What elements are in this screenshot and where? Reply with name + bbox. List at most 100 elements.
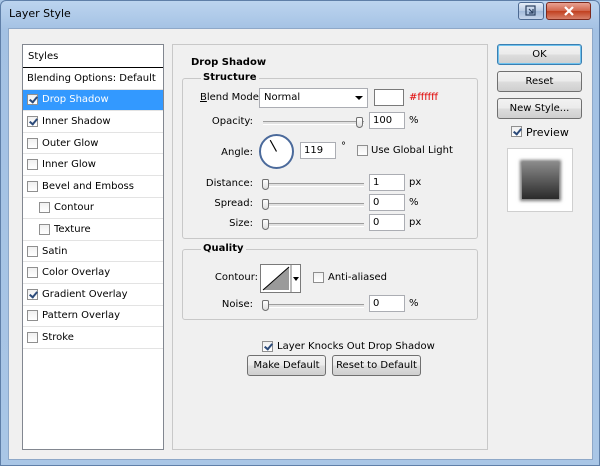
style-item-label: Pattern Overlay bbox=[42, 310, 121, 322]
spread-slider[interactable] bbox=[262, 199, 364, 210]
style-item-label: Satin bbox=[42, 245, 68, 257]
style-item-label: Inner Glow bbox=[42, 159, 96, 171]
layer-knocks-out-checkbox[interactable] bbox=[262, 341, 273, 352]
use-global-light-label: Use Global Light bbox=[371, 145, 453, 156]
angle-dial[interactable] bbox=[259, 134, 294, 169]
help-button[interactable] bbox=[518, 2, 544, 20]
make-default-button[interactable]: Make Default bbox=[247, 355, 326, 376]
spread-input[interactable]: 0 bbox=[369, 194, 405, 211]
noise-input[interactable]: 0 bbox=[369, 295, 405, 312]
style-item[interactable]: Pattern Overlay bbox=[23, 306, 163, 328]
noise-label: Noise: bbox=[221, 299, 253, 310]
layer-knocks-out-label: Layer Knocks Out Drop Shadow bbox=[277, 341, 435, 352]
reset-button[interactable]: Reset bbox=[497, 71, 582, 92]
layer-style-window: Layer Style Styles Blending Options: Def… bbox=[0, 0, 600, 466]
window-title: Layer Style bbox=[9, 7, 71, 20]
panel-title: Drop Shadow bbox=[191, 57, 267, 68]
preview-checkbox[interactable] bbox=[511, 126, 522, 137]
close-button[interactable] bbox=[546, 2, 591, 20]
noise-slider[interactable] bbox=[262, 300, 364, 311]
style-item-label: Gradient Overlay bbox=[42, 288, 128, 300]
distance-label: Distance: bbox=[205, 178, 253, 189]
distance-slider-thumb[interactable] bbox=[262, 179, 269, 190]
style-item[interactable]: Inner Glow bbox=[23, 154, 163, 176]
style-item[interactable]: Gradient Overlay bbox=[23, 284, 163, 306]
angle-label: Angle: bbox=[221, 147, 253, 158]
style-item[interactable]: Texture bbox=[23, 219, 163, 241]
style-item-checkbox[interactable] bbox=[39, 202, 50, 214]
blend-mode-label-rest: lend Mode: bbox=[206, 92, 263, 103]
angle-input[interactable]: 119 bbox=[300, 142, 336, 159]
style-item-label: Contour bbox=[54, 202, 94, 214]
spread-label: Spread: bbox=[214, 198, 253, 209]
style-item[interactable]: Color Overlay bbox=[23, 262, 163, 284]
style-item-label: Inner Shadow bbox=[42, 115, 111, 127]
style-item[interactable]: Blending Options: Default bbox=[23, 68, 163, 90]
size-input[interactable]: 0 bbox=[369, 214, 405, 231]
title-bar[interactable]: Layer Style bbox=[1, 1, 599, 28]
blend-mode-label: Blend Mode: bbox=[200, 92, 263, 103]
reset-to-default-button[interactable]: Reset to Default bbox=[332, 355, 421, 376]
new-style-button[interactable]: New Style... bbox=[497, 98, 582, 119]
opacity-input[interactable]: 100 bbox=[369, 112, 405, 129]
styles-items: Blending Options: Default Drop Shadow Inne… bbox=[23, 68, 163, 349]
contour-picker[interactable] bbox=[260, 264, 301, 293]
size-slider[interactable] bbox=[262, 219, 364, 230]
distance-input[interactable]: 1 bbox=[369, 174, 405, 191]
style-preview bbox=[507, 148, 573, 212]
angle-needle-icon bbox=[269, 139, 278, 152]
style-item[interactable]: Inner Shadow bbox=[23, 111, 163, 133]
style-item-checkbox[interactable] bbox=[27, 115, 38, 127]
use-global-light-checkbox[interactable] bbox=[357, 145, 368, 156]
style-item-checkbox[interactable] bbox=[27, 159, 38, 171]
blend-mode-select[interactable]: Normal bbox=[259, 88, 368, 108]
quality-group: Quality Contour: Anti-aliased Noise: 0 % bbox=[182, 243, 478, 320]
style-item[interactable]: Stroke bbox=[23, 327, 163, 349]
opacity-slider[interactable] bbox=[263, 117, 364, 128]
noise-slider-thumb[interactable] bbox=[262, 300, 269, 311]
ok-button[interactable]: OK bbox=[497, 44, 582, 65]
style-item-label: Bevel and Emboss bbox=[42, 180, 134, 192]
noise-unit: % bbox=[409, 298, 419, 309]
opacity-label: Opacity: bbox=[211, 116, 253, 127]
style-item-label: Texture bbox=[54, 223, 91, 235]
style-item-checkbox[interactable] bbox=[27, 180, 38, 192]
style-item-checkbox[interactable] bbox=[27, 245, 38, 257]
style-item-label: Drop Shadow bbox=[42, 94, 109, 106]
close-icon bbox=[563, 6, 574, 16]
size-slider-thumb[interactable] bbox=[262, 219, 269, 230]
dialog-client: Styles Blending Options: Default Drop Sha… bbox=[8, 28, 593, 460]
style-item[interactable]: Satin bbox=[23, 241, 163, 263]
style-item[interactable]: Outer Glow bbox=[23, 133, 163, 155]
style-item-checkbox[interactable] bbox=[27, 331, 38, 343]
distance-unit: px bbox=[409, 177, 422, 188]
style-item[interactable]: Contour bbox=[23, 198, 163, 220]
style-item-checkbox[interactable] bbox=[27, 288, 38, 300]
help-icon bbox=[525, 5, 536, 16]
style-item-label: Color Overlay bbox=[42, 267, 111, 279]
distance-slider[interactable] bbox=[262, 179, 364, 190]
style-item-checkbox[interactable] bbox=[27, 94, 38, 106]
spread-slider-thumb[interactable] bbox=[262, 199, 269, 210]
styles-header[interactable]: Styles bbox=[23, 45, 163, 68]
opacity-unit: % bbox=[409, 115, 419, 126]
linear-contour-icon bbox=[262, 265, 299, 292]
angle-unit: ° bbox=[341, 141, 346, 152]
style-item[interactable]: Bevel and Emboss bbox=[23, 176, 163, 198]
style-item-checkbox[interactable] bbox=[27, 267, 38, 279]
style-item-label: Stroke bbox=[42, 331, 74, 343]
style-item-checkbox[interactable] bbox=[39, 223, 50, 235]
quality-title: Quality bbox=[201, 243, 246, 254]
size-unit: px bbox=[409, 217, 422, 228]
anti-aliased-checkbox[interactable] bbox=[313, 272, 324, 283]
shadow-color-swatch[interactable] bbox=[374, 89, 404, 106]
style-item-label: Outer Glow bbox=[42, 137, 99, 149]
styles-list: Styles Blending Options: Default Drop Sha… bbox=[22, 44, 164, 450]
size-label: Size: bbox=[229, 218, 253, 229]
style-item-checkbox[interactable] bbox=[27, 310, 38, 322]
contour-label: Contour: bbox=[214, 272, 258, 283]
style-item-label: Blending Options: Default bbox=[27, 72, 156, 84]
style-item-checkbox[interactable] bbox=[27, 137, 38, 149]
style-item[interactable]: Drop Shadow bbox=[23, 89, 163, 112]
opacity-slider-thumb[interactable] bbox=[356, 117, 363, 128]
